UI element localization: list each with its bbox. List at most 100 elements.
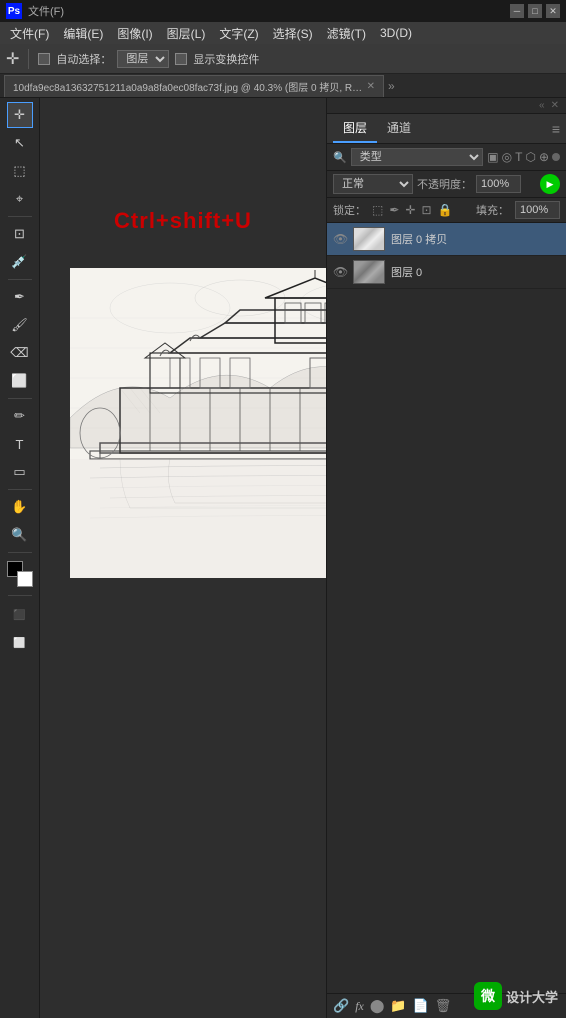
link-layers-button[interactable]: 🔗 [333, 998, 349, 1014]
menu-filter[interactable]: 滤镜(T) [321, 23, 372, 44]
tab-close-button[interactable]: ✕ [367, 81, 375, 92]
screen-mode[interactable]: ⬜ [7, 630, 33, 656]
transform-label: 显示变换控件 [193, 51, 259, 67]
text-tool[interactable]: T [7, 431, 33, 457]
pen-tool[interactable]: ✏ [7, 403, 33, 429]
panel-collapse-left[interactable]: « [536, 100, 548, 111]
fill-input[interactable]: 100% [515, 201, 560, 219]
transform-checkbox[interactable] [175, 53, 187, 65]
panel-tabs: 图层 通道 [333, 114, 421, 143]
mask-mode[interactable]: ⬛ [7, 602, 33, 628]
layer-2-name: 图层 0 [391, 264, 560, 280]
pixel-filter-icon[interactable]: ▣ [487, 150, 498, 164]
search-icon: 🔍 [333, 151, 347, 164]
tab-filename: 10dfa9ec8a13632751211a0a9a8fa0ec08fac73f… [13, 79, 363, 94]
opacity-input[interactable]: 100% [476, 175, 521, 193]
minimize-button[interactable]: ─ [510, 4, 524, 18]
menu-image[interactable]: 图像(I) [111, 23, 158, 44]
shape-filter-icon[interactable]: ⬡ [525, 150, 535, 164]
layer-1-name: 图层 0 拷贝 [391, 231, 560, 247]
kind-filter-dropdown[interactable]: 类型 [351, 148, 484, 166]
maximize-button[interactable]: □ [528, 4, 542, 18]
marquee-tool[interactable]: ⬚ [7, 158, 33, 184]
crop-tool[interactable]: ⊡ [7, 221, 33, 247]
eraser-tool[interactable]: ⌫ [7, 340, 33, 366]
layer-2-visibility-icon[interactable]: 👁 [333, 265, 347, 279]
lock-paint-icon[interactable]: ✒ [389, 203, 399, 217]
canvas-background: Ctrl+shift+U [40, 98, 326, 1018]
new-fill-layer-button[interactable]: ⬤ [370, 998, 385, 1014]
lock-transparent-icon[interactable]: ⬚ [372, 203, 383, 217]
layers-empty-space [327, 289, 566, 993]
menu-file[interactable]: 文件(F) [4, 23, 55, 44]
tool-sep-5 [8, 552, 32, 553]
tab-channels[interactable]: 通道 [377, 114, 421, 143]
blend-mode-row: 正常 不透明度： 100% ▶ [327, 171, 566, 198]
tab-bar: 10dfa9ec8a13632751211a0a9a8fa0ec08fac73f… [0, 74, 566, 98]
shortcut-hint: Ctrl+shift+U [114, 208, 252, 234]
shape-tool[interactable]: ▭ [7, 459, 33, 485]
watermark: 微 设计大学 [474, 982, 558, 1010]
layer-dropdown[interactable]: 图层 [117, 50, 169, 68]
sketch-canvas [70, 268, 326, 578]
tab-overflow-arrow[interactable]: » [384, 79, 399, 93]
opacity-label: 不透明度： [417, 176, 472, 192]
menu-bar: 文件(F) 编辑(E) 图像(I) 图层(L) 文字(Z) 选择(S) 滤镜(T… [0, 22, 566, 44]
title-bar: Ps 文件(F) ─ □ ✕ [0, 0, 566, 22]
new-group-button[interactable]: 📁 [390, 998, 406, 1014]
right-panel: « ✕ 图层 通道 ≡ 🔍 类型 ▣ ◎ T ⬡ ⊕ [326, 98, 566, 1018]
panel-controls: « ✕ [327, 98, 566, 114]
layer-fx-button[interactable]: fx [355, 999, 364, 1014]
fill-tool[interactable]: ⬜ [7, 368, 33, 394]
filter-icons: ▣ ◎ T ⬡ ⊕ [487, 150, 560, 164]
hand-tool[interactable]: ✋ [7, 494, 33, 520]
panel-close[interactable]: ✕ [548, 100, 562, 111]
window-controls: ─ □ ✕ [510, 4, 560, 18]
watermark-text: 设计大学 [506, 987, 558, 1006]
delete-layer-button[interactable]: 🗑 [435, 998, 452, 1014]
left-toolbar: ✛ ↖ ⬚ ⌖ ⊡ 💉 ✒ 🖌 ⌫ ⬜ ✏ T ▭ ✋ 🔍 ⬛ ⬜ [0, 98, 40, 1018]
move-tool-icon[interactable]: ✛ [6, 49, 19, 69]
auto-select-checkbox[interactable] [38, 53, 50, 65]
tool-sep-2 [8, 279, 32, 280]
heal-tool[interactable]: ✒ [7, 284, 33, 310]
smart-filter-icon[interactable]: ⊕ [539, 150, 549, 164]
close-button[interactable]: ✕ [546, 4, 560, 18]
new-layer-button[interactable]: 📄 [413, 998, 429, 1014]
lock-position-icon[interactable]: ✛ [405, 203, 415, 217]
adjustment-filter-icon[interactable]: ◎ [502, 150, 512, 164]
auto-select-label: 自动选择： [56, 51, 111, 67]
menu-select[interactable]: 选择(S) [267, 23, 319, 44]
layer-2-thumbnail [353, 260, 385, 284]
color-picker[interactable] [7, 561, 33, 587]
menu-edit[interactable]: 编辑(E) [57, 23, 109, 44]
eyedropper-tool[interactable]: 💉 [7, 249, 33, 275]
text-filter-icon[interactable]: T [515, 150, 522, 164]
tab-layers[interactable]: 图层 [333, 114, 377, 143]
active-tab[interactable]: 10dfa9ec8a13632751211a0a9a8fa0ec08fac73f… [4, 75, 384, 97]
layer-row-base[interactable]: 👁 图层 0 [327, 256, 566, 289]
menu-3d[interactable]: 3D(D) [374, 24, 418, 42]
lock-row: 锁定： ⬚ ✒ ✛ ⊡ 🔒 填充： 100% [327, 198, 566, 223]
lasso-tool[interactable]: ⌖ [7, 186, 33, 212]
move-tool[interactable]: ✛ [7, 102, 33, 128]
filter-row: 🔍 类型 ▣ ◎ T ⬡ ⊕ [327, 144, 566, 171]
layer-row-copy[interactable]: 👁 图层 0 拷贝 [327, 223, 566, 256]
panel-menu-icon[interactable]: ≡ [552, 121, 560, 137]
blend-mode-dropdown[interactable]: 正常 [333, 174, 413, 194]
tool-sep-6 [8, 595, 32, 596]
menu-text[interactable]: 文字(Z) [213, 23, 264, 44]
zoom-tool[interactable]: 🔍 [7, 522, 33, 548]
brush-tool[interactable]: 🖌 [7, 312, 33, 338]
app-icon: Ps [6, 3, 22, 19]
select-tool[interactable]: ↖ [7, 130, 33, 156]
layer-1-thumbnail [353, 227, 385, 251]
watermark-icon: 微 [474, 982, 502, 1010]
lock-artboard-icon[interactable]: ⊡ [421, 203, 431, 217]
lock-all-icon[interactable]: 🔒 [438, 203, 453, 217]
menu-layer[interactable]: 图层(L) [161, 23, 212, 44]
layer-1-visibility-icon[interactable]: 👁 [333, 232, 347, 246]
layers-panel-header: 图层 通道 ≡ [327, 114, 566, 144]
background-color[interactable] [17, 571, 33, 587]
cursor-indicator: ▶ [540, 174, 560, 194]
